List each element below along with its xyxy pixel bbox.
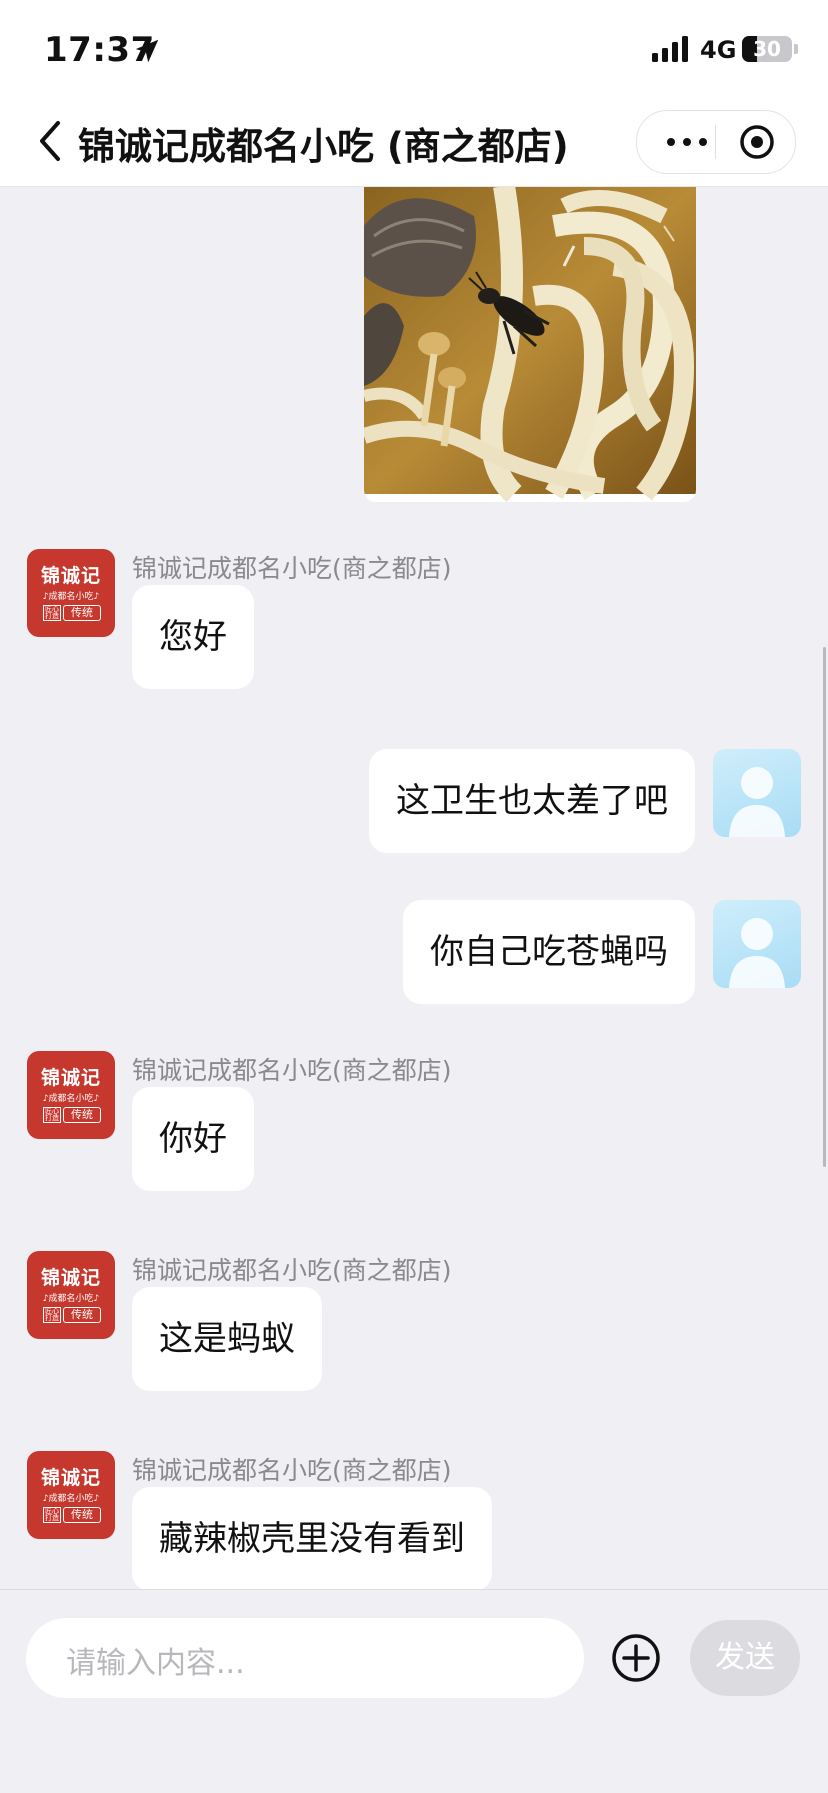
avatar-stamp-side: 匠心打造 <box>43 1507 61 1523</box>
avatar-stamp: 传统 <box>63 605 101 621</box>
shop-avatar[interactable]: 锦诚记 ♪成都名小吃♪ 匠心打造 传统 <box>27 1051 115 1139</box>
avatar-stamp-side: 匠心打造 <box>43 1107 61 1123</box>
nav-bar: 锦诚记成都名小吃 (商之都店) <box>0 100 828 187</box>
shop-avatar[interactable]: 锦诚记 ♪成都名小吃♪ 匠心打造 传统 <box>27 549 115 637</box>
shop-avatar[interactable]: 锦诚记 ♪成都名小吃♪ 匠心打造 传统 <box>27 1451 115 1539</box>
signal-bars-icon <box>652 36 688 62</box>
capsule-divider <box>715 125 716 159</box>
avatar-tagline: ♪成都名小吃♪ <box>42 1094 100 1104</box>
message-bubble[interactable]: 你好 <box>132 1087 254 1191</box>
input-placeholder: 请输入内容... <box>66 1646 245 1681</box>
message-bubble[interactable]: 你自己吃苍蝇吗 <box>403 900 695 1004</box>
avatar-stamp: 传统 <box>63 1307 101 1323</box>
status-bar: 17:37 4G 30 <box>0 0 828 100</box>
sender-name: 锦诚记成都名小吃(商之都店) <box>132 554 452 583</box>
avatar-stamp-side: 匠心打造 <box>43 605 61 621</box>
avatar-brand: 锦诚记 <box>40 1067 101 1089</box>
user-avatar[interactable] <box>713 900 801 988</box>
close-target-icon[interactable] <box>729 121 785 163</box>
avatar-brand: 锦诚记 <box>40 565 101 587</box>
message-bubble[interactable]: 藏辣椒壳里没有看到 <box>132 1487 492 1589</box>
avatar-brand: 锦诚记 <box>40 1267 101 1289</box>
more-icon[interactable] <box>659 121 719 163</box>
plus-icon[interactable] <box>610 1632 662 1684</box>
chat-scrollbar[interactable] <box>823 647 826 1167</box>
send-button[interactable]: 发送 <box>690 1620 800 1696</box>
avatar-tagline: ♪成都名小吃♪ <box>42 592 100 602</box>
photo-message[interactable] <box>364 187 696 502</box>
user-avatar[interactable] <box>713 749 801 837</box>
battery-tip <box>794 44 798 54</box>
battery-icon: 30 <box>742 36 792 62</box>
back-arrow-icon[interactable] <box>36 118 66 164</box>
message-bubble[interactable]: 这卫生也太差了吧 <box>369 749 695 853</box>
avatar-brand: 锦诚记 <box>40 1467 101 1489</box>
message-input[interactable]: 请输入内容... <box>26 1618 584 1698</box>
chat-area[interactable]: 锦诚记 ♪成都名小吃♪ 匠心打造 传统 锦诚记成都名小吃(商之都店) 您好 这卫… <box>0 187 828 1589</box>
mini-program-capsule <box>636 110 796 174</box>
avatar-tagline: ♪成都名小吃♪ <box>42 1494 100 1504</box>
sender-name: 锦诚记成都名小吃(商之都店) <box>132 1056 452 1085</box>
network-type: 4G <box>700 36 737 64</box>
shop-avatar[interactable]: 锦诚记 ♪成都名小吃♪ 匠心打造 传统 <box>27 1251 115 1339</box>
battery-level: 30 <box>753 37 781 61</box>
user-avatar-icon <box>729 767 785 837</box>
user-avatar-icon <box>729 918 785 988</box>
message-bubble[interactable]: 您好 <box>132 585 254 689</box>
location-arrow-icon <box>135 39 159 63</box>
input-bar: 请输入内容... 发送 <box>0 1589 828 1793</box>
avatar-stamp: 传统 <box>63 1107 101 1123</box>
avatar-stamp-side: 匠心打造 <box>43 1307 61 1323</box>
sender-name: 锦诚记成都名小吃(商之都店) <box>132 1256 452 1285</box>
avatar-stamp: 传统 <box>63 1507 101 1523</box>
photo-of-noodles-with-insect[interactable] <box>364 187 696 502</box>
avatar-tagline: ♪成都名小吃♪ <box>42 1294 100 1304</box>
sender-name: 锦诚记成都名小吃(商之都店) <box>132 1456 452 1485</box>
message-bubble[interactable]: 这是蚂蚁 <box>132 1287 322 1391</box>
page-title: 锦诚记成都名小吃 (商之都店) <box>78 125 569 168</box>
